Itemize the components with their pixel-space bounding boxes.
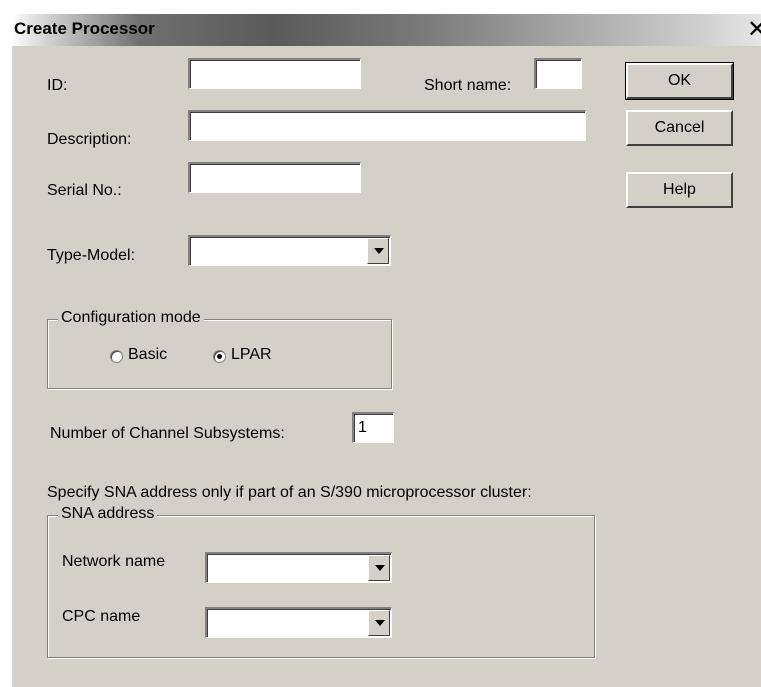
id-field[interactable] bbox=[188, 58, 361, 89]
sna-address-group: SNA address Network name CPC name bbox=[47, 505, 595, 658]
cancel-button[interactable]: Cancel bbox=[626, 110, 733, 146]
title-bar[interactable]: Create Processor ✕ bbox=[12, 14, 761, 46]
configuration-mode-group: Configuration mode Basic LPAR bbox=[47, 309, 392, 389]
network-name-label: Network name bbox=[62, 553, 166, 570]
id-label: ID: bbox=[47, 77, 68, 94]
help-button[interactable]: Help bbox=[626, 172, 733, 208]
short-name-label: Short name: bbox=[424, 77, 512, 94]
basic-radio[interactable] bbox=[110, 350, 123, 363]
network-name-dropdown[interactable] bbox=[205, 552, 392, 583]
channel-subsystems-label: Number of Channel Subsystems: bbox=[50, 425, 285, 442]
lpar-radio[interactable] bbox=[213, 350, 226, 363]
create-processor-dialog: Create Processor ✕ ID: Short name: Descr… bbox=[12, 14, 761, 687]
lpar-radio-label[interactable]: LPAR bbox=[231, 346, 272, 364]
description-label: Description: bbox=[47, 131, 132, 148]
configuration-mode-legend: Configuration mode bbox=[58, 309, 204, 327]
serial-label: Serial No.: bbox=[47, 182, 122, 199]
ok-button[interactable]: OK bbox=[625, 62, 734, 100]
type-model-label: Type-Model: bbox=[47, 247, 136, 264]
sna-note: Specify SNA address only if part of an S… bbox=[47, 484, 532, 501]
chevron-down-icon[interactable] bbox=[367, 238, 389, 264]
chevron-down-icon[interactable] bbox=[368, 555, 390, 581]
chevron-down-icon[interactable] bbox=[368, 610, 390, 636]
serial-field[interactable] bbox=[188, 162, 361, 193]
cpc-name-dropdown[interactable] bbox=[205, 607, 392, 638]
cpc-name-label: CPC name bbox=[62, 608, 141, 625]
basic-radio-label[interactable]: Basic bbox=[128, 346, 167, 364]
short-name-field[interactable] bbox=[534, 58, 582, 89]
window-title: Create Processor bbox=[14, 19, 155, 38]
sna-address-legend: SNA address bbox=[58, 505, 158, 523]
channel-subsystems-field[interactable] bbox=[352, 412, 394, 443]
type-model-dropdown[interactable] bbox=[188, 235, 391, 266]
close-icon[interactable]: ✕ bbox=[747, 14, 761, 46]
description-field[interactable] bbox=[188, 110, 586, 141]
